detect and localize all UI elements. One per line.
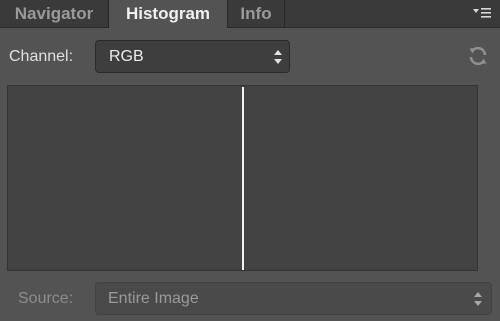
tab-info[interactable]: Info xyxy=(228,0,285,27)
panel-tab-bar: Navigator Histogram Info xyxy=(0,0,500,28)
channel-selected-value: RGB xyxy=(109,48,144,65)
refresh-icon[interactable] xyxy=(466,44,490,68)
tab-histogram[interactable]: Histogram xyxy=(109,0,228,28)
source-selected-value: Entire Image xyxy=(108,290,199,307)
source-select[interactable]: Entire Image xyxy=(95,282,492,315)
updown-arrows-icon xyxy=(473,290,483,308)
updown-arrows-icon xyxy=(273,48,283,66)
channel-select[interactable]: RGB xyxy=(95,40,290,73)
source-label: Source: xyxy=(18,290,74,307)
histogram-display xyxy=(7,85,478,271)
histogram-spike-line xyxy=(242,87,244,270)
panel-menu-icon[interactable] xyxy=(472,5,492,21)
channel-label: Channel: xyxy=(9,48,74,65)
histogram-panel: Navigator Histogram Info Channel: RGB So… xyxy=(0,0,500,321)
tab-navigator[interactable]: Navigator xyxy=(0,0,109,27)
